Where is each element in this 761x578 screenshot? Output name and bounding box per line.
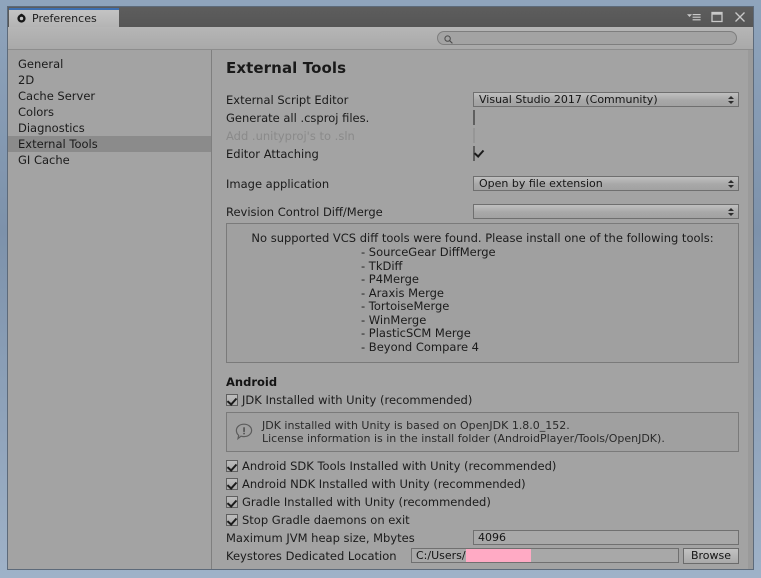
- list-item: - SourceGear DiffMerge: [361, 245, 496, 259]
- label-image-application: Image application: [226, 176, 330, 191]
- tab-preferences[interactable]: Preferences: [9, 8, 119, 27]
- sidebar: General 2D Cache Server Colors Diagnosti…: [8, 50, 212, 569]
- row-image-application: Image application Open by file extension: [226, 175, 739, 192]
- page-title: External Tools: [226, 59, 347, 77]
- label-external-script-editor: External Script Editor: [226, 92, 349, 107]
- preferences-window: Preferences General 2D Cache Server Colo…: [0, 0, 761, 578]
- keystores-location-value: C:/Users/: [416, 549, 466, 562]
- label-add-unityproj: Add .unityproj's to .sln: [226, 128, 355, 143]
- row-android-ndk[interactable]: Android NDK Installed with Unity (recomm…: [226, 475, 739, 492]
- jvm-heap-value: 4096: [478, 531, 506, 544]
- vcs-help-box: No supported VCS diff tools were found. …: [226, 223, 739, 363]
- title-bar: Preferences: [8, 7, 753, 27]
- editor-attaching-checkbox[interactable]: [473, 146, 475, 161]
- search-icon: [444, 34, 453, 44]
- sidebar-item-gi-cache[interactable]: GI Cache: [8, 152, 211, 168]
- chevron-updown-icon: [727, 94, 734, 105]
- window-inner: Preferences General 2D Cache Server Colo…: [7, 6, 754, 570]
- list-item: - Beyond Compare 4: [361, 339, 479, 354]
- jdk-installed-label: JDK Installed with Unity (recommended): [242, 392, 473, 407]
- row-editor-attaching: Editor Attaching: [226, 145, 739, 162]
- sidebar-item-cache-server[interactable]: Cache Server: [8, 88, 211, 104]
- jdk-info-text: JDK installed with Unity is based on Ope…: [262, 419, 665, 445]
- external-script-editor-dropdown[interactable]: Visual Studio 2017 (Community): [473, 92, 739, 107]
- window-controls: [687, 9, 747, 25]
- row-stop-gradle-daemons[interactable]: Stop Gradle daemons on exit: [226, 511, 739, 528]
- image-application-dropdown[interactable]: Open by file extension: [473, 176, 739, 191]
- list-item: - TortoiseMerge: [361, 299, 450, 313]
- redacted-username: [465, 549, 531, 562]
- sidebar-item-2d[interactable]: 2D: [8, 72, 211, 88]
- label-revision-control: Revision Control Diff/Merge: [226, 204, 383, 219]
- jdk-info-line1: JDK installed with Unity is based on Ope…: [262, 419, 570, 432]
- row-jvm-heap: Maximum JVM heap size, Mbytes 4096: [226, 529, 739, 546]
- row-keystores-location: Keystores Dedicated Location C:/Users/ B…: [226, 547, 739, 564]
- list-item: - P4Merge: [361, 272, 419, 286]
- android-sdk-tools-checkbox[interactable]: [226, 459, 238, 472]
- sidebar-item-diagnostics[interactable]: Diagnostics: [8, 120, 211, 136]
- android-ndk-label: Android NDK Installed with Unity (recomm…: [242, 476, 526, 491]
- list-item: - Araxis Merge: [361, 285, 444, 300]
- body: General 2D Cache Server Colors Diagnosti…: [8, 50, 753, 569]
- toolbar: [8, 27, 753, 50]
- row-add-unityproj: Add .unityproj's to .sln: [226, 127, 739, 144]
- row-generate-csproj: Generate all .csproj files.: [226, 109, 739, 126]
- gradle-installed-label: Gradle Installed with Unity (recommended…: [242, 494, 491, 509]
- list-item: - WinMerge: [361, 312, 427, 327]
- search-input[interactable]: [453, 32, 736, 44]
- chevron-updown-icon: [727, 178, 734, 189]
- row-jdk-installed[interactable]: JDK Installed with Unity (recommended): [226, 391, 739, 408]
- row-gradle-installed[interactable]: Gradle Installed with Unity (recommended…: [226, 493, 739, 510]
- revision-control-dropdown[interactable]: [473, 204, 739, 219]
- image-application-value: Open by file extension: [479, 177, 603, 190]
- external-script-editor-value: Visual Studio 2017 (Community): [479, 93, 658, 106]
- label-generate-csproj: Generate all .csproj files.: [226, 110, 370, 125]
- label-editor-attaching: Editor Attaching: [226, 146, 319, 161]
- close-icon[interactable]: [733, 10, 747, 24]
- label-keystores-location: Keystores Dedicated Location: [226, 548, 397, 563]
- vcs-help-heading: No supported VCS diff tools were found. …: [251, 231, 714, 245]
- vcs-tool-list: - SourceGear DiffMerge - TkDiff - P4Merg…: [233, 245, 732, 354]
- add-unityproj-checkbox: [473, 128, 475, 143]
- label-jvm-heap: Maximum JVM heap size, Mbytes: [226, 530, 415, 545]
- sidebar-item-colors[interactable]: Colors: [8, 104, 211, 120]
- keystores-location-input[interactable]: C:/Users/: [411, 548, 679, 563]
- row-revision-control: Revision Control Diff/Merge: [226, 203, 739, 220]
- list-item: - TkDiff: [361, 258, 403, 273]
- info-exclamation-icon: [235, 423, 253, 441]
- browse-button[interactable]: Browse: [682, 547, 739, 564]
- android-ndk-checkbox[interactable]: [226, 477, 238, 490]
- tab-label: Preferences: [32, 12, 97, 25]
- jdk-installed-checkbox[interactable]: [226, 393, 238, 406]
- gear-icon: [16, 13, 27, 24]
- jdk-info-box: JDK installed with Unity is based on Ope…: [226, 412, 739, 452]
- android-sdk-tools-label: Android SDK Tools Installed with Unity (…: [242, 458, 557, 473]
- vertical-scrollbar[interactable]: [748, 50, 753, 569]
- jdk-info-line2: License information is in the install fo…: [262, 432, 665, 445]
- jvm-heap-input[interactable]: 4096: [473, 530, 739, 545]
- row-android-sdk-tools[interactable]: Android SDK Tools Installed with Unity (…: [226, 457, 739, 474]
- list-item: - PlasticSCM Merge: [361, 326, 471, 340]
- stop-gradle-daemons-label: Stop Gradle daemons on exit: [242, 512, 410, 527]
- main-panel: External Tools External Script Editor Vi…: [213, 50, 753, 569]
- sidebar-item-external-tools[interactable]: External Tools: [8, 136, 211, 152]
- gradle-installed-checkbox[interactable]: [226, 495, 238, 508]
- sidebar-item-general[interactable]: General: [8, 56, 211, 72]
- chevron-updown-icon: [727, 206, 734, 217]
- panel-menu-icon[interactable]: [687, 10, 701, 24]
- generate-csproj-checkbox[interactable]: [473, 110, 475, 125]
- maximize-icon[interactable]: [710, 10, 724, 24]
- search-field[interactable]: [437, 31, 737, 45]
- row-external-script-editor: External Script Editor Visual Studio 201…: [226, 91, 739, 108]
- stop-gradle-daemons-checkbox[interactable]: [226, 513, 238, 526]
- android-section-heading: Android: [226, 375, 278, 389]
